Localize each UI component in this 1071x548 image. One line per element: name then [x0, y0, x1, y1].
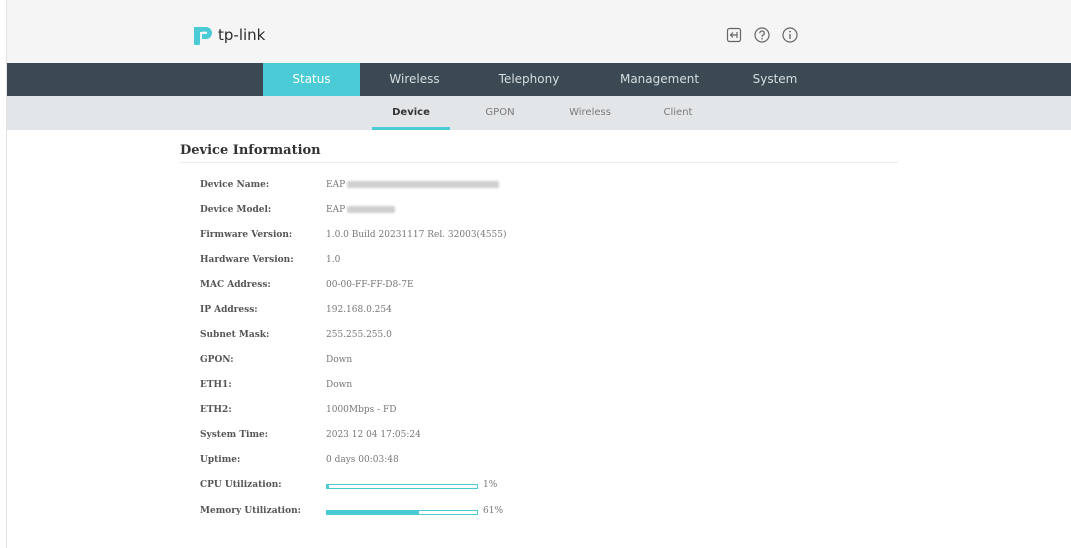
tab-management[interactable]: Management	[607, 63, 712, 96]
memory-progress-fill	[327, 511, 419, 514]
info-row-hardware-version: Hardware Version: 1.0	[0, 255, 700, 271]
info-row-device-model: Device Model: EAP	[0, 205, 700, 221]
tab-status[interactable]: Status	[263, 63, 360, 96]
info-row-uptime: Uptime: 0 days 00:03:48	[0, 455, 700, 471]
cpu-progress-bar	[326, 484, 478, 489]
help-icon[interactable]	[753, 26, 771, 44]
info-value: 0 days 00:03:48	[326, 455, 399, 465]
info-row-firmware-version: Firmware Version: 1.0.0 Build 20231117 R…	[0, 230, 700, 246]
info-row-system-time: System Time: 2023 12 04 17:05:24	[0, 430, 700, 446]
info-label: CPU Utilization:	[200, 480, 282, 490]
info-row-ip-address: IP Address: 192.168.0.254	[0, 305, 700, 321]
info-value: 00-00-FF-FF-D8-7E	[326, 280, 414, 290]
info-row-memory-utilization: Memory Utilization: 61%	[0, 506, 700, 522]
info-label: ETH1:	[200, 380, 232, 390]
info-row-gpon: GPON: Down	[0, 355, 700, 371]
logout-icon[interactable]	[725, 26, 743, 44]
info-value: Down	[326, 355, 353, 365]
info-icon[interactable]	[781, 26, 799, 44]
info-value: 1000Mbps - FD	[326, 405, 397, 415]
brand-logo: tp-link	[192, 24, 265, 46]
tab-wireless[interactable]: Wireless	[367, 63, 462, 96]
info-label: GPON:	[200, 355, 234, 365]
info-value: 1.0	[326, 255, 341, 265]
top-header: tp-link	[7, 0, 1071, 63]
info-row-eth2: ETH2: 1000Mbps - FD	[0, 405, 700, 421]
info-label: IP Address:	[200, 305, 258, 315]
info-value: EAP	[326, 180, 500, 190]
info-label: Hardware Version:	[200, 255, 294, 265]
subtab-client[interactable]: Client	[647, 96, 709, 130]
info-label: MAC Address:	[200, 280, 271, 290]
info-row-cpu-utilization: CPU Utilization: 1%	[0, 480, 700, 496]
memory-progress-bar	[326, 510, 478, 515]
info-label: Subnet Mask:	[200, 330, 270, 340]
info-value: 1.0.0 Build 20231117 Rel. 32003(4555)	[326, 230, 507, 240]
redacted-text	[347, 181, 500, 188]
info-label: ETH2:	[200, 405, 232, 415]
main-navigation: Status Wireless Telephony Management Sys…	[7, 63, 1071, 96]
sub-navigation: Device GPON Wireless Client	[7, 96, 1071, 130]
info-label: Device Model:	[200, 205, 272, 215]
subtab-wireless[interactable]: Wireless	[555, 96, 625, 130]
tp-link-logo-icon	[194, 27, 212, 45]
cpu-percent: 1%	[483, 480, 498, 490]
info-row-mac-address: MAC Address: 00-00-FF-FF-D8-7E	[0, 280, 700, 296]
tab-telephony[interactable]: Telephony	[479, 63, 579, 96]
info-row-subnet-mask: Subnet Mask: 255.255.255.0	[0, 330, 700, 346]
cpu-progress-fill	[327, 485, 329, 488]
memory-percent: 61%	[483, 506, 504, 516]
section-divider	[180, 162, 898, 163]
active-subtab-indicator	[372, 127, 450, 130]
info-label: Device Name:	[200, 180, 270, 190]
redacted-text	[347, 206, 396, 213]
subtab-device[interactable]: Device	[372, 96, 450, 130]
info-label: Uptime:	[200, 455, 241, 465]
header-icon-group	[725, 26, 799, 44]
info-value: 255.255.255.0	[326, 330, 392, 340]
info-label: Firmware Version:	[200, 230, 293, 240]
info-value: 192.168.0.254	[326, 305, 392, 315]
info-label: Memory Utilization:	[200, 506, 301, 516]
info-label: System Time:	[200, 430, 269, 440]
section-title: Device Information	[180, 143, 321, 158]
info-value: Down	[326, 380, 353, 390]
info-value: EAP	[326, 205, 396, 215]
info-value: 2023 12 04 17:05:24	[326, 430, 421, 440]
brand-name: tp-link	[218, 26, 266, 44]
info-row-device-name: Device Name: EAP	[0, 180, 700, 196]
subtab-gpon[interactable]: GPON	[469, 96, 531, 130]
info-row-eth1: ETH1: Down	[0, 380, 700, 396]
tab-system[interactable]: System	[730, 63, 820, 96]
